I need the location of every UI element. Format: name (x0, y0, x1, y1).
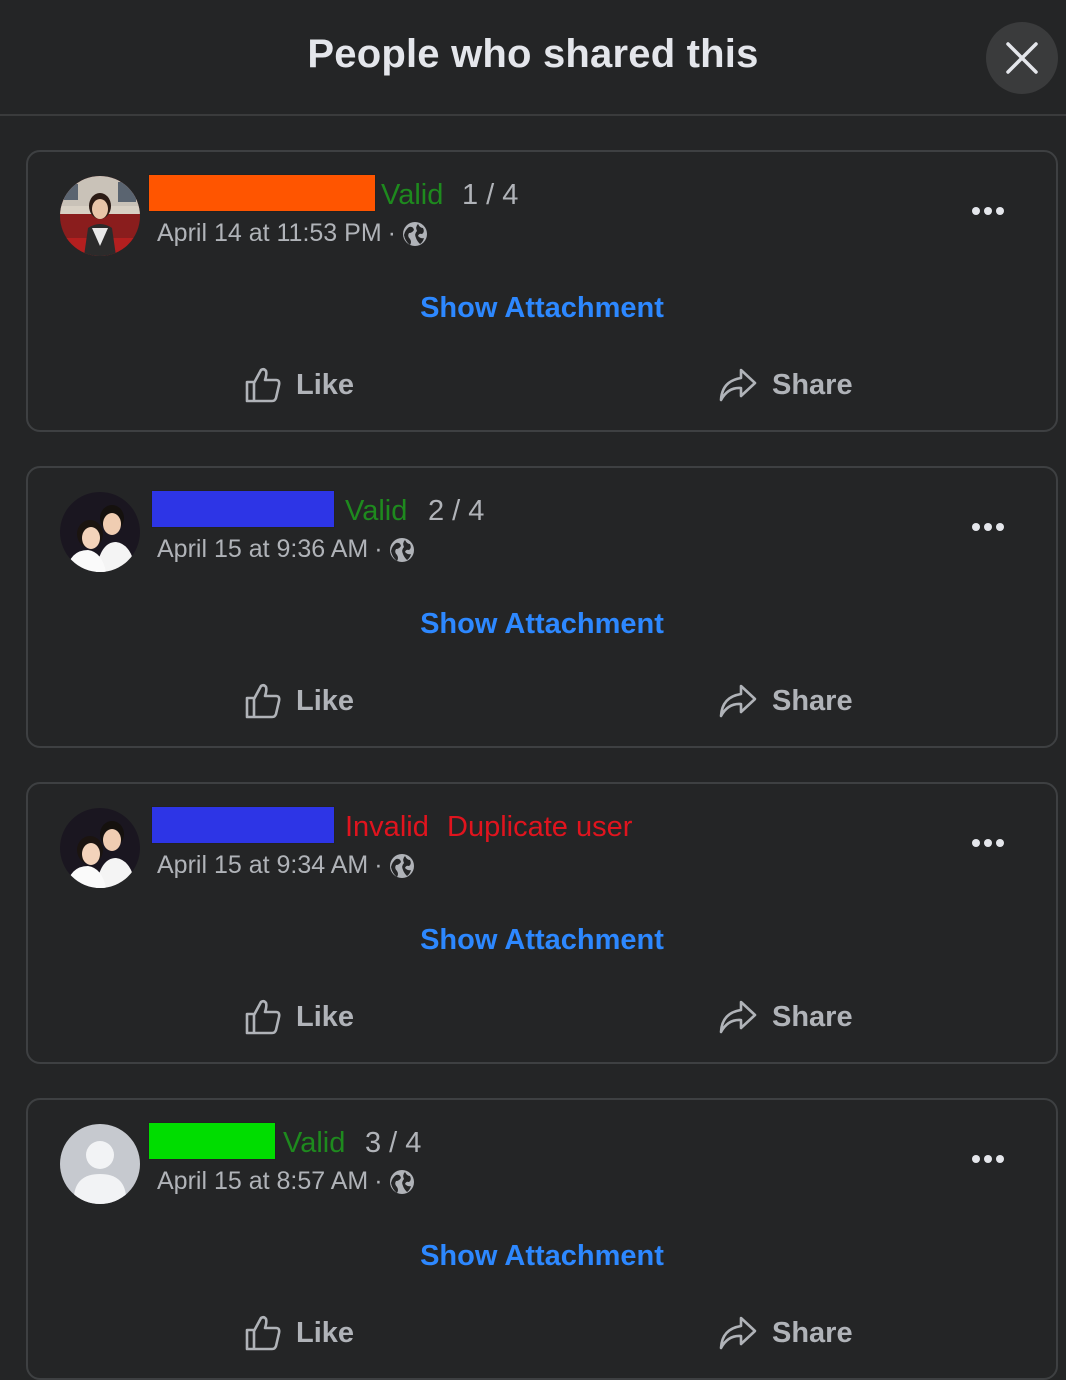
share-card: Valid 2 / 4 April 15 at 9:36 AM · Show A… (26, 466, 1058, 748)
share-arrow-icon (719, 368, 757, 402)
share-label: Share (772, 1000, 853, 1033)
redacted-name[interactable] (151, 806, 335, 844)
like-button[interactable]: Like (244, 1310, 354, 1356)
globe-icon (403, 222, 427, 246)
share-button[interactable]: Share (718, 1310, 853, 1356)
avatar[interactable] (60, 808, 140, 888)
share-count-label: 2 / 4 (428, 495, 485, 527)
redacted-name[interactable] (151, 490, 335, 528)
share-count-label: 3 / 4 (365, 1127, 422, 1159)
share-arrow-icon (719, 1316, 757, 1350)
more-options-button[interactable] (958, 502, 1018, 552)
meta-separator: · (374, 535, 383, 563)
avatar[interactable] (60, 1124, 140, 1204)
thumbs-up-icon (245, 367, 281, 403)
more-options-button[interactable] (958, 1134, 1018, 1184)
more-options-button[interactable] (958, 818, 1018, 868)
globe-icon (389, 1170, 414, 1194)
show-attachment-link[interactable]: Show Attachment (28, 1238, 1056, 1274)
dialog-header: People who shared this (0, 0, 1066, 116)
share-card: Valid 1 / 4 April 14 at 11:53 PM · Show … (26, 150, 1058, 432)
share-label: Share (772, 684, 853, 717)
share-arrow-icon (719, 1000, 757, 1034)
globe-icon (389, 538, 414, 562)
show-attachment-link[interactable]: Show Attachment (28, 606, 1056, 642)
like-button[interactable]: Like (244, 678, 354, 724)
share-label: Share (772, 1316, 853, 1349)
show-attachment-link[interactable]: Show Attachment (28, 290, 1056, 326)
status-label: Valid (345, 495, 408, 527)
status-label: Invalid (345, 811, 429, 843)
show-attachment-link[interactable]: Show Attachment (28, 922, 1056, 958)
post-meta: April 15 at 9:36 AM · (157, 532, 415, 566)
share-label: Share (772, 368, 853, 401)
redacted-name[interactable] (148, 1122, 276, 1160)
share-button[interactable]: Share (718, 362, 853, 408)
post-meta: April 14 at 11:53 PM · (157, 216, 428, 250)
share-card: Invalid Duplicate user April 15 at 9:34 … (26, 782, 1058, 1064)
duplicate-note: Duplicate user (447, 811, 633, 843)
share-count-label: 1 / 4 (462, 179, 519, 211)
like-label: Like (296, 1000, 355, 1033)
status-label: Valid (283, 1127, 346, 1159)
meta-separator: · (374, 1167, 383, 1195)
timestamp[interactable]: April 14 at 11:53 PM (157, 216, 382, 250)
like-label: Like (296, 368, 355, 401)
avatar[interactable] (60, 492, 140, 572)
meta-separator: · (387, 219, 396, 247)
redacted-name[interactable] (148, 174, 376, 212)
close-icon (1006, 42, 1038, 74)
thumbs-up-icon (245, 1315, 281, 1351)
post-meta: April 15 at 8:57 AM · (157, 1164, 415, 1198)
like-button[interactable]: Like (244, 362, 354, 408)
meta-separator: · (374, 851, 383, 879)
dialog-title: People who shared this (307, 32, 759, 76)
more-options-button[interactable] (958, 186, 1018, 236)
share-arrow-icon (719, 684, 757, 718)
thumbs-up-icon (245, 683, 281, 719)
share-button[interactable]: Share (718, 678, 853, 724)
share-button[interactable]: Share (718, 994, 853, 1040)
timestamp[interactable]: April 15 at 9:34 AM (157, 848, 368, 882)
timestamp[interactable]: April 15 at 8:57 AM (157, 1164, 368, 1198)
share-card: Valid 3 / 4 April 15 at 8:57 AM · Show A… (26, 1098, 1058, 1380)
like-label: Like (296, 684, 355, 717)
default-profile-icon (60, 1124, 140, 1204)
avatar[interactable] (60, 176, 140, 256)
status-label: Valid (381, 179, 444, 211)
thumbs-up-icon (245, 999, 281, 1035)
close-button[interactable] (986, 22, 1058, 94)
like-button[interactable]: Like (244, 994, 354, 1040)
globe-icon (389, 854, 414, 878)
like-label: Like (296, 1316, 355, 1349)
timestamp[interactable]: April 15 at 9:36 AM (157, 532, 368, 566)
post-meta: April 15 at 9:34 AM · (157, 848, 415, 882)
